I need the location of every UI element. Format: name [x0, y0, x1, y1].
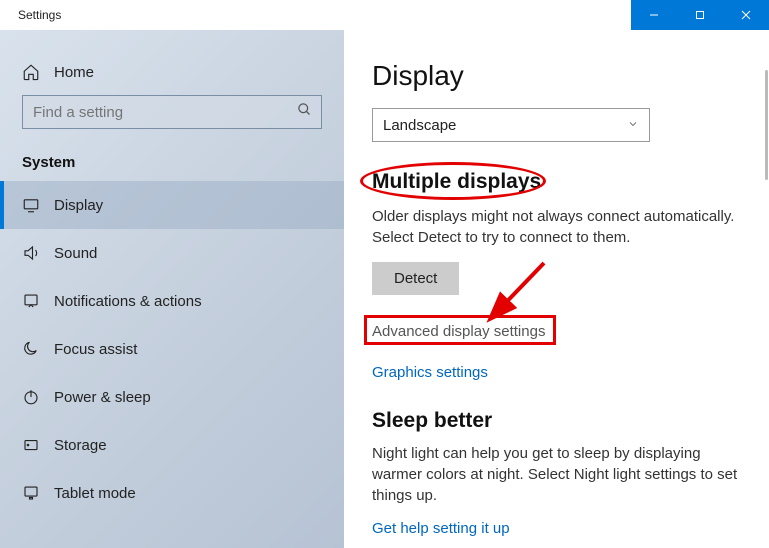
multiple-displays-body: Older displays might not always connect … — [372, 206, 741, 248]
sidebar: Home System Display Sound Notifications … — [0, 30, 344, 548]
category-label: System — [22, 154, 344, 171]
multiple-displays-heading: Multiple displays — [372, 170, 541, 194]
main-layout: Home System Display Sound Notifications … — [0, 30, 769, 548]
sidebar-item-sound[interactable]: Sound — [0, 229, 344, 277]
tablet-icon — [22, 484, 40, 502]
scrollbar-thumb[interactable] — [765, 70, 768, 180]
chevron-down-icon — [627, 117, 639, 134]
orientation-selected: Landscape — [383, 117, 456, 134]
sidebar-item-label: Focus assist — [54, 341, 137, 358]
sidebar-item-storage[interactable]: Storage — [0, 421, 344, 469]
search-input[interactable] — [22, 95, 322, 129]
display-icon — [22, 196, 40, 214]
home-link[interactable]: Home — [0, 52, 344, 92]
sidebar-item-notifications[interactable]: Notifications & actions — [0, 277, 344, 325]
storage-icon — [22, 436, 40, 454]
sidebar-item-power-sleep[interactable]: Power & sleep — [0, 373, 344, 421]
sound-icon — [22, 244, 40, 262]
page-title: Display — [372, 60, 741, 92]
multiple-displays-heading-wrap: Multiple displays — [372, 170, 541, 206]
graphics-settings-link[interactable]: Graphics settings — [372, 364, 488, 381]
sleep-better-heading: Sleep better — [372, 409, 741, 433]
sidebar-item-label: Notifications & actions — [54, 293, 202, 310]
advanced-display-settings-link[interactable]: Advanced display settings — [372, 323, 545, 340]
notifications-icon — [22, 292, 40, 310]
window-controls — [631, 0, 769, 30]
sidebar-item-label: Sound — [54, 245, 97, 262]
sleep-help-link[interactable]: Get help setting it up — [372, 520, 510, 537]
sidebar-item-tablet-mode[interactable]: Tablet mode — [0, 469, 344, 517]
sidebar-item-display[interactable]: Display — [0, 181, 344, 229]
home-label: Home — [54, 64, 94, 81]
maximize-button[interactable] — [677, 0, 723, 30]
detect-button[interactable]: Detect — [372, 262, 459, 295]
sidebar-item-label: Storage — [54, 437, 107, 454]
home-icon — [22, 63, 40, 81]
window-title: Settings — [0, 8, 61, 22]
sidebar-item-label: Power & sleep — [54, 389, 151, 406]
sidebar-item-focus-assist[interactable]: Focus assist — [0, 325, 344, 373]
power-icon — [22, 388, 40, 406]
content-panel: Display Landscape Multiple displays Olde… — [344, 30, 769, 548]
sidebar-item-label: Tablet mode — [54, 485, 136, 502]
advanced-link-wrap: Advanced display settings — [372, 323, 741, 354]
nav-list: Display Sound Notifications & actions Fo… — [0, 181, 344, 517]
close-button[interactable] — [723, 0, 769, 30]
search-wrap — [22, 95, 322, 129]
minimize-button[interactable] — [631, 0, 677, 30]
sleep-better-body: Night light can help you get to sleep by… — [372, 443, 741, 506]
titlebar: Settings — [0, 0, 769, 30]
sidebar-item-label: Display — [54, 197, 103, 214]
orientation-dropdown[interactable]: Landscape — [372, 108, 650, 142]
focus-assist-icon — [22, 340, 40, 358]
